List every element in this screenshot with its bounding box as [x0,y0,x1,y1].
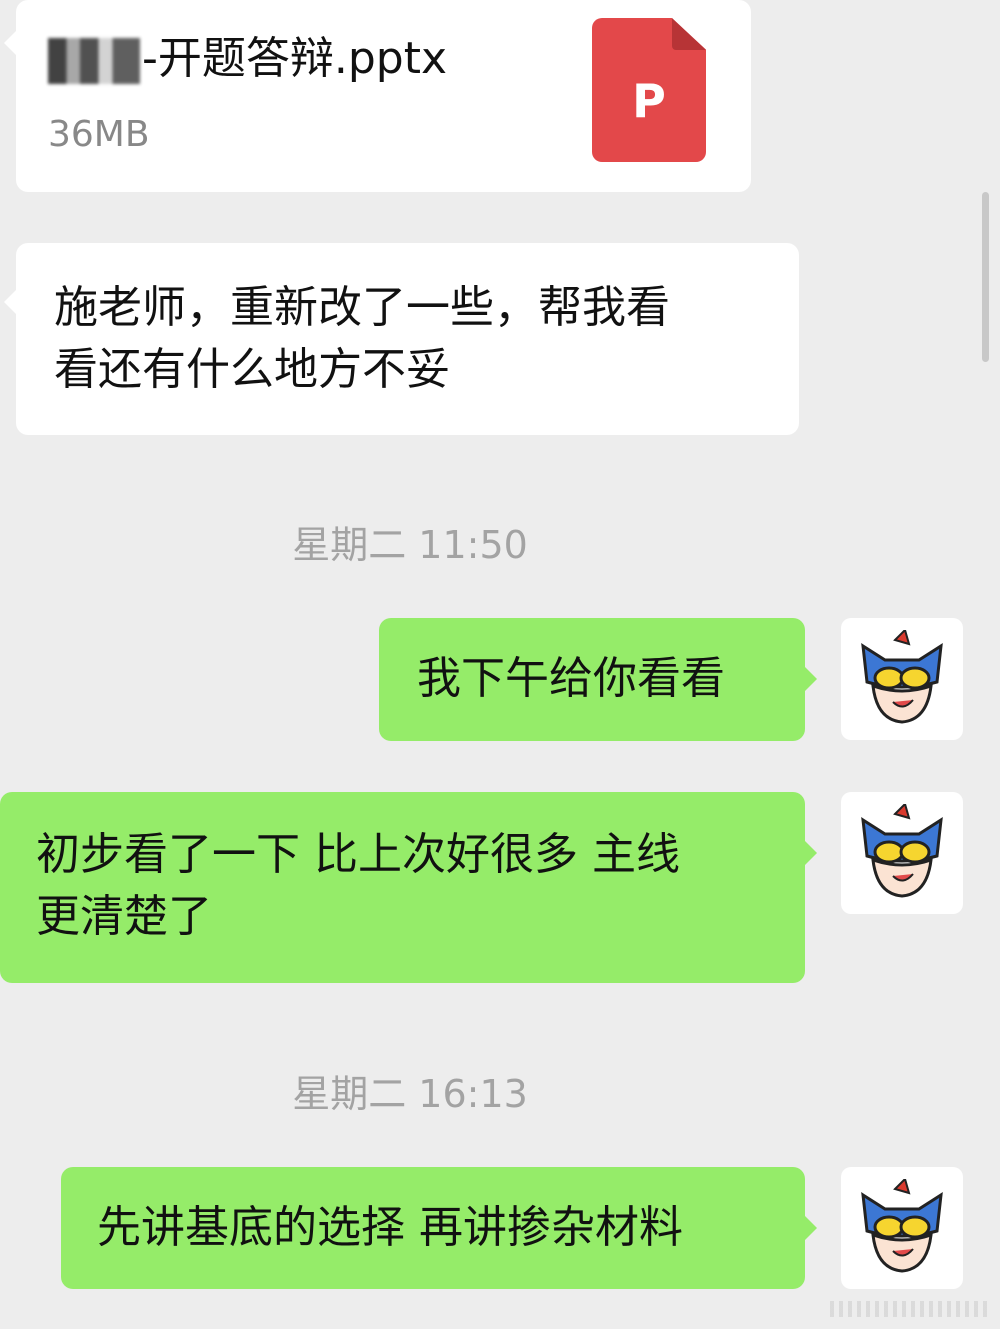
file-name: -开题答辩.pptx [48,28,447,90]
censored-text-blur [48,38,140,84]
superhero-mask-avatar-icon [861,1179,943,1273]
bubble-tail [4,289,17,315]
message-line: 我下午给你看看 [417,653,725,704]
timestamp: 星期二 16:13 [292,1072,528,1116]
file-message-bubble[interactable]: -开题答辩.pptx 36MB P [4,0,751,192]
bubble-tail [804,1215,817,1241]
message-line: 初步看了一下 比上次好很多 主线 [36,829,680,880]
file-type-letter: P [632,74,666,128]
avatar[interactable] [841,1167,963,1289]
bubble-tail [804,840,817,866]
outgoing-message-bubble[interactable]: 初步看了一下 比上次好很多 主线 更清楚了 [0,792,817,983]
outgoing-message-bubble[interactable]: 我下午给你看看 [379,618,817,741]
bubble-tail [804,666,817,692]
message-line: 先讲基底的选择 再讲掺杂材料 [97,1202,683,1253]
timestamp: 星期二 11:50 [292,523,528,567]
file-size: 36MB [48,114,150,155]
avatar[interactable] [841,618,963,740]
bubble-tail [4,30,17,56]
message-line: 施老师，重新改了一些，帮我看 [54,282,670,333]
incoming-message-bubble[interactable]: 施老师，重新改了一些，帮我看 看还有什么地方不妥 [4,243,799,435]
scrollbar[interactable] [982,192,989,362]
message-line: 更清楚了 [36,891,212,942]
superhero-mask-avatar-icon [861,804,943,898]
avatar[interactable] [841,792,963,914]
watermark [830,1301,988,1317]
superhero-mask-avatar-icon [861,630,943,724]
message-line: 看还有什么地方不妥 [54,344,450,395]
outgoing-message-bubble[interactable]: 先讲基底的选择 再讲掺杂材料 [61,1167,817,1289]
